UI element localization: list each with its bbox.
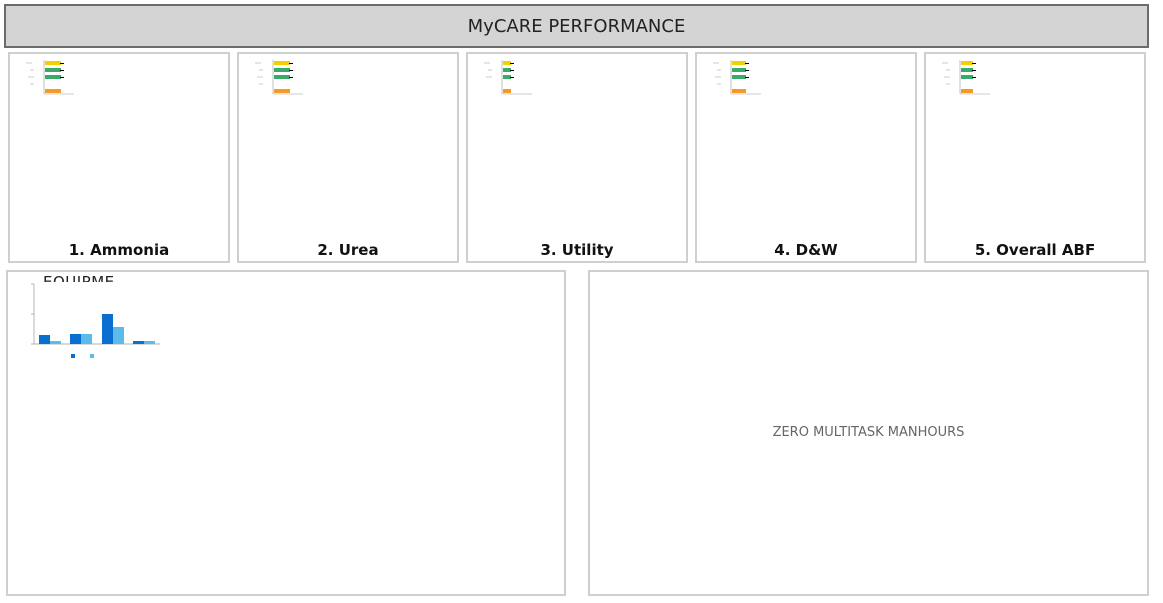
card-utility[interactable]: 3. Utility	[466, 52, 688, 263]
page-header: MyCARE PERFORMANCE	[4, 4, 1149, 48]
equipment-panel[interactable]: EQUIPME	[6, 270, 566, 596]
card-label: 1. Ammonia	[68, 241, 170, 259]
card-urea[interactable]: 2. Urea	[237, 52, 459, 263]
page-title: MyCARE PERFORMANCE	[467, 15, 686, 37]
card-label: 4. D&W	[774, 241, 838, 259]
mini-bar-chart	[942, 60, 990, 95]
card-overall-abf[interactable]: 5. Overall ABF	[924, 52, 1146, 263]
mini-bar-chart	[26, 60, 74, 95]
card-label: 5. Overall ABF	[974, 241, 1096, 259]
multitask-panel[interactable]: ZERO MULTITASK MANHOURS	[588, 270, 1149, 596]
card-ammonia[interactable]: 1. Ammonia	[8, 52, 230, 263]
mini-bar-chart	[484, 60, 532, 95]
card-label: 3. Utility	[540, 241, 614, 259]
mini-bar-chart	[713, 60, 761, 95]
card-dw[interactable]: 4. D&W	[695, 52, 917, 263]
mini-bar-chart	[255, 60, 303, 95]
equipment-bar-chart	[31, 283, 160, 358]
card-label: 2. Urea	[317, 241, 379, 259]
panel-message: ZERO MULTITASK MANHOURS	[772, 425, 965, 440]
